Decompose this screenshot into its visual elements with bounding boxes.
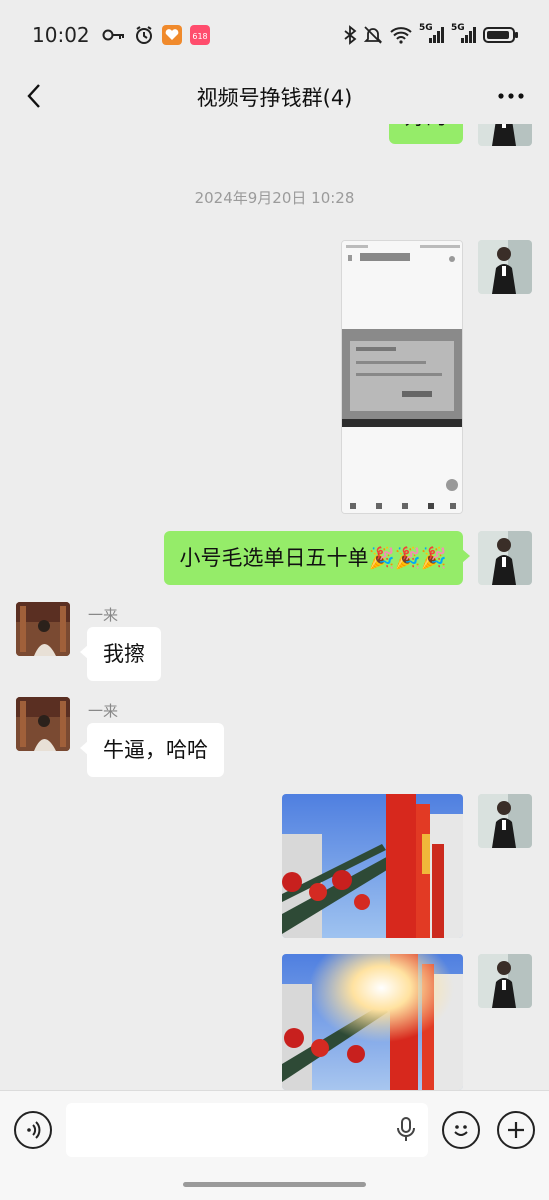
- avatar[interactable]: [478, 240, 532, 294]
- bluetooth-icon: [343, 25, 357, 45]
- mute-icon: [363, 25, 383, 45]
- sender-name: 一来: [88, 606, 119, 624]
- app-618-icon: 618: [189, 25, 210, 45]
- network-label-1: 5G: [419, 23, 433, 33]
- emoji-icon[interactable]: [442, 1111, 480, 1149]
- signal-icon-1: 5G: [419, 23, 445, 45]
- status-left: 10:02 618: [32, 23, 210, 47]
- message-bubble[interactable]: 小号毛选单日五十单🎉🎉🎉: [163, 531, 471, 585]
- network-label-2: 5G: [451, 23, 465, 33]
- heart-app-icon: [161, 25, 182, 45]
- status-bar: 10:02 618 5G 5G: [0, 0, 549, 70]
- message-bubble-partial[interactable]: 好的: [389, 124, 463, 144]
- input-bar: [0, 1090, 549, 1200]
- plus-icon[interactable]: [497, 1111, 535, 1149]
- alarm-icon: [134, 25, 154, 45]
- message-text: 我擦: [103, 642, 145, 666]
- sender-name: 一来: [88, 702, 119, 720]
- voice-toggle-icon[interactable]: [14, 1111, 52, 1149]
- signal-icon-2: 5G: [451, 23, 477, 45]
- timestamp: 2024年9月20日 10:28: [194, 189, 355, 207]
- avatar[interactable]: [478, 794, 532, 848]
- key-icon: [102, 27, 126, 43]
- status-time: 10:02: [32, 23, 90, 47]
- chat-area[interactable]: 好的 2024年9月20日 10:28 小号毛选单日五十单🎉🎉🎉 一: [0, 124, 549, 1090]
- image-message-screenshot[interactable]: [341, 240, 463, 514]
- image-message-photo-sun[interactable]: [282, 954, 463, 1090]
- more-dots-icon[interactable]: [493, 78, 529, 114]
- status-right: 5G 5G: [343, 23, 519, 45]
- avatar[interactable]: [478, 954, 532, 1008]
- message-text: 小号毛选单日五十单🎉🎉🎉: [179, 546, 447, 570]
- message-bubble[interactable]: 牛逼，哈哈: [80, 723, 224, 777]
- avatar[interactable]: [478, 124, 532, 146]
- message-bubble[interactable]: 我擦: [80, 627, 161, 681]
- wifi-icon: [389, 25, 413, 45]
- avatar[interactable]: [478, 531, 532, 585]
- message-input[interactable]: [66, 1103, 428, 1157]
- chat-header: 视频号挣钱群(4): [0, 70, 549, 124]
- avatar[interactable]: [16, 602, 70, 656]
- message-text: 牛逼，哈哈: [103, 738, 208, 762]
- chat-title: 视频号挣钱群(4): [196, 86, 353, 110]
- back-arrow-icon[interactable]: [16, 78, 52, 114]
- message-text: 好的: [405, 124, 447, 129]
- microphone-icon[interactable]: [396, 1117, 416, 1147]
- home-indicator[interactable]: [183, 1182, 366, 1187]
- battery-icon: [483, 25, 519, 45]
- image-message-photo[interactable]: [282, 794, 463, 938]
- avatar[interactable]: [16, 697, 70, 751]
- svg-text:618: 618: [192, 32, 207, 41]
